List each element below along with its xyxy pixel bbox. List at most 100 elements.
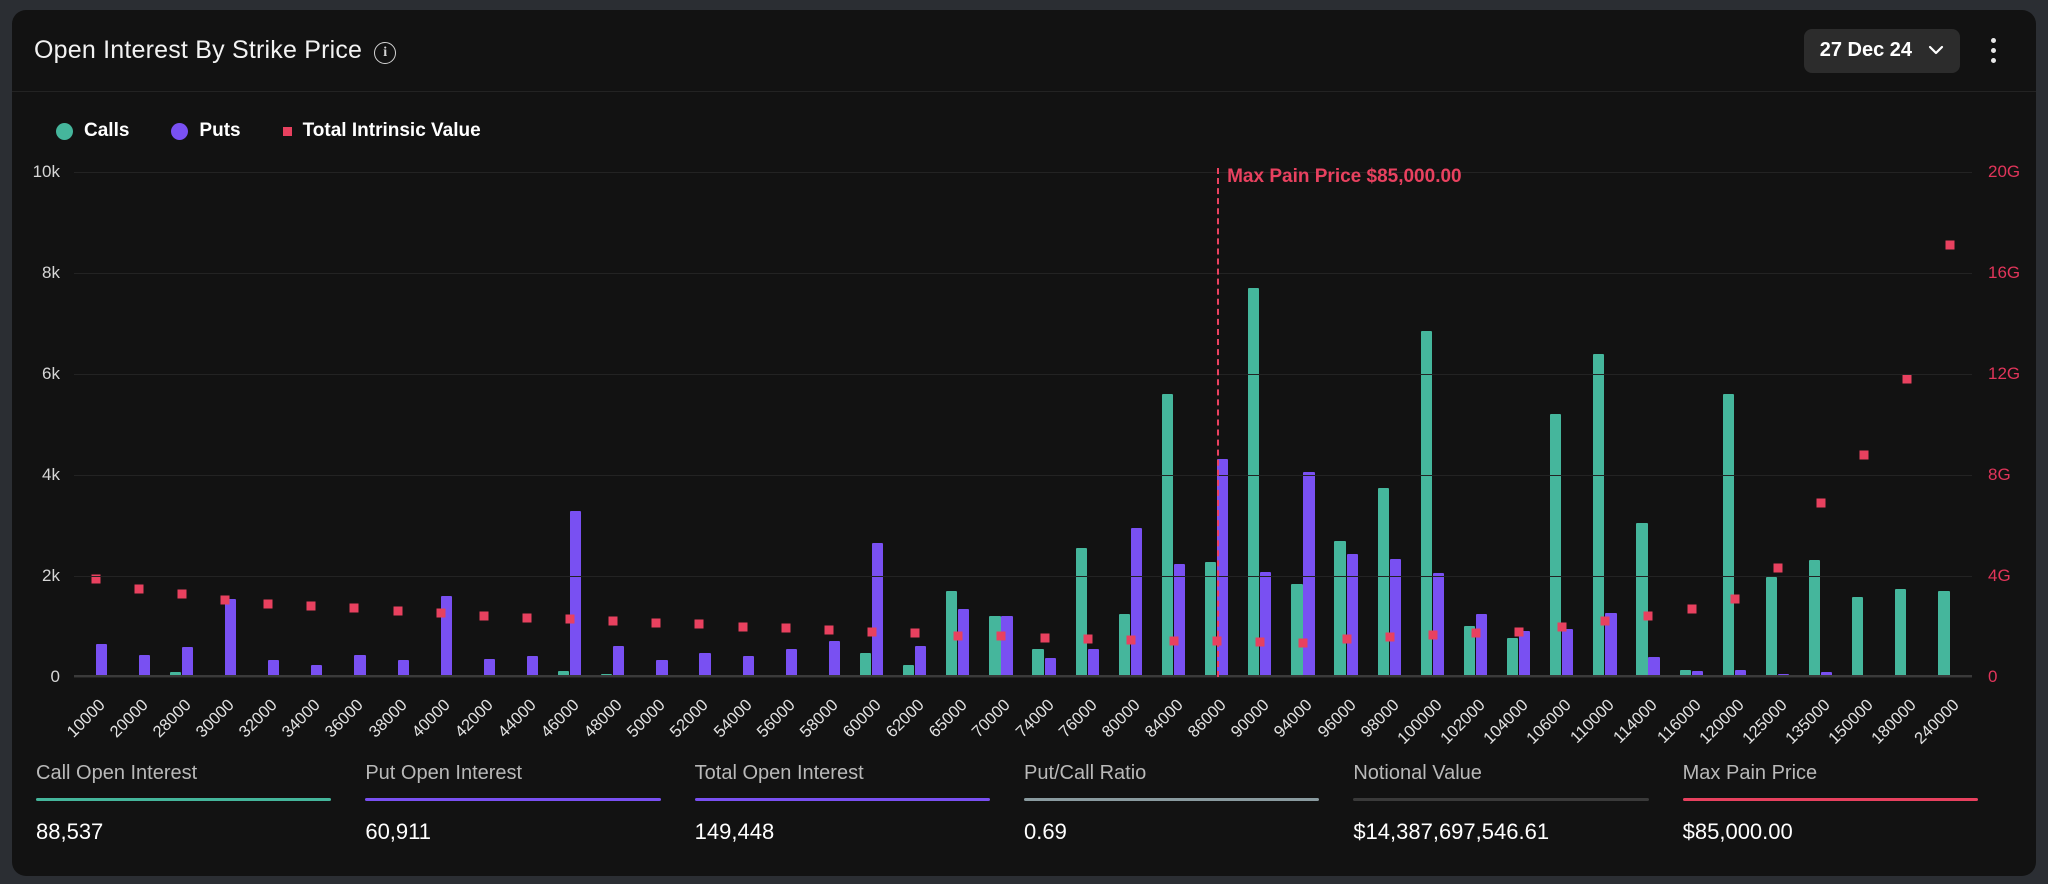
bar-group[interactable] — [937, 172, 980, 677]
kebab-menu-icon[interactable] — [1978, 31, 2008, 71]
puts-swatch-icon — [171, 123, 188, 140]
bar-group[interactable] — [721, 172, 764, 677]
bar-group[interactable] — [462, 172, 505, 677]
x-axis-tick-label: 50000 — [624, 696, 670, 742]
intrinsic-value-point — [1256, 637, 1265, 646]
bar-group[interactable] — [1109, 172, 1152, 677]
bar-group[interactable] — [764, 172, 807, 677]
intrinsic-value-point — [220, 596, 229, 605]
bar-group[interactable] — [419, 172, 462, 677]
intrinsic-value-point — [997, 632, 1006, 641]
x-axis-tick-label: 40000 — [408, 696, 454, 742]
max-pain-line — [1217, 168, 1219, 677]
intrinsic-value-point — [1860, 450, 1869, 459]
call-bar — [1895, 589, 1906, 677]
bar-group[interactable] — [1756, 172, 1799, 677]
bar-group[interactable] — [1282, 172, 1325, 677]
bar-group[interactable] — [505, 172, 548, 677]
put-bar — [1347, 554, 1358, 677]
date-selector[interactable]: 27 Dec 24 — [1804, 29, 1960, 73]
call-bar — [1291, 584, 1302, 677]
x-axis-tick-label: 180000 — [1868, 696, 1920, 748]
x-axis-tick-label: 28000 — [149, 696, 195, 742]
legend-item-total-intrinsic-value[interactable]: Total Intrinsic Value — [283, 120, 481, 142]
chart-plot[interactable]: 002k4G4k8G6k12G8k16G10k20GMax Pain Price… — [74, 172, 1972, 677]
intrinsic-value-point — [1385, 632, 1394, 641]
legend-item-puts[interactable]: Puts — [171, 120, 240, 142]
x-axis-tick-label: 150000 — [1825, 696, 1877, 748]
x-axis-tick-label: 34000 — [279, 696, 325, 742]
y2-axis-tick-label: 8G — [1988, 465, 2011, 485]
bar-group[interactable] — [1886, 172, 1929, 677]
put-bar — [139, 655, 150, 677]
bar-group[interactable] — [1152, 172, 1195, 677]
intrinsic-value-point — [1903, 375, 1912, 384]
bar-group[interactable] — [117, 172, 160, 677]
bar-group[interactable] — [1541, 172, 1584, 677]
put-bar — [1433, 573, 1444, 677]
y2-axis-tick-label: 4G — [1988, 566, 2011, 586]
intrinsic-value-point — [911, 629, 920, 638]
intrinsic-value-point — [350, 603, 359, 612]
x-axis-tick-label: 80000 — [1098, 696, 1144, 742]
put-bar — [1131, 528, 1142, 677]
call-bar — [1550, 414, 1561, 677]
bar-group[interactable] — [1627, 172, 1670, 677]
legend-label: Puts — [199, 120, 240, 142]
bar-group[interactable] — [1584, 172, 1627, 677]
x-axis-tick-label: 38000 — [365, 696, 411, 742]
open-interest-card: Open Interest By Strike Price i 27 Dec 2… — [12, 10, 2036, 876]
bar-group[interactable] — [549, 172, 592, 677]
bar-group[interactable] — [678, 172, 721, 677]
x-axis-tick-label: 65000 — [926, 696, 972, 742]
legend-item-calls[interactable]: Calls — [56, 120, 129, 142]
info-icon[interactable]: i — [374, 42, 396, 64]
intrinsic-value-point — [781, 623, 790, 632]
x-axis-tick-label: 20000 — [106, 696, 152, 742]
bar-group[interactable] — [1799, 172, 1842, 677]
call-bar — [1162, 394, 1173, 677]
bar-group[interactable] — [807, 172, 850, 677]
stat-card: Call Open Interest88,537 — [36, 762, 365, 876]
intrinsic-value-point — [1601, 617, 1610, 626]
bar-group[interactable] — [376, 172, 419, 677]
call-bar — [1205, 562, 1216, 677]
bar-group[interactable] — [1066, 172, 1109, 677]
bar-group[interactable] — [592, 172, 635, 677]
bar-group[interactable] — [160, 172, 203, 677]
bar-group[interactable] — [1670, 172, 1713, 677]
summary-stats: Call Open Interest88,537Put Open Interes… — [12, 744, 2036, 876]
bar-group[interactable] — [1325, 172, 1368, 677]
intrinsic-value-point — [177, 590, 186, 599]
bar-group[interactable] — [333, 172, 376, 677]
put-bar — [1476, 614, 1487, 677]
bar-group[interactable] — [1023, 172, 1066, 677]
bar-group[interactable] — [1368, 172, 1411, 677]
x-axis-tick-label: 48000 — [581, 696, 627, 742]
y2-axis-tick-label: 20G — [1988, 162, 2020, 182]
bar-group[interactable] — [1843, 172, 1886, 677]
put-bar — [872, 543, 883, 677]
stat-card: Max Pain Price$85,000.00 — [1683, 762, 2012, 876]
bar-group[interactable] — [74, 172, 117, 677]
stat-card: Put/Call Ratio0.69 — [1024, 762, 1353, 876]
put-bar — [225, 599, 236, 677]
chart-bars — [74, 172, 1972, 677]
bar-group[interactable] — [894, 172, 937, 677]
stat-underline — [695, 798, 990, 801]
put-bar — [354, 655, 365, 677]
gridline — [74, 172, 1972, 173]
bar-group[interactable] — [1239, 172, 1282, 677]
bar-group[interactable] — [1411, 172, 1454, 677]
bar-group[interactable] — [850, 172, 893, 677]
stat-underline — [1024, 798, 1319, 801]
bar-group[interactable] — [1498, 172, 1541, 677]
x-axis-tick-label: 135000 — [1782, 696, 1834, 748]
intrinsic-value-point — [652, 618, 661, 627]
x-axis-tick-label: 76000 — [1055, 696, 1101, 742]
intrinsic-value-point — [738, 622, 747, 631]
bar-group[interactable] — [980, 172, 1023, 677]
intrinsic-value-point — [695, 620, 704, 629]
bar-group[interactable] — [1454, 172, 1497, 677]
bar-group[interactable] — [635, 172, 678, 677]
